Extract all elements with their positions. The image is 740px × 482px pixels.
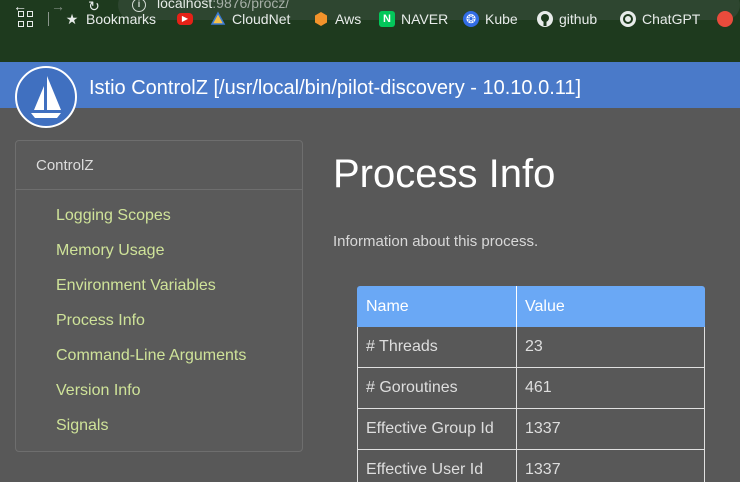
row-name-cell: # Goroutines	[366, 379, 458, 396]
bookmark-cloudnet[interactable]: CloudNet	[210, 9, 290, 29]
aws-icon	[313, 11, 329, 27]
row-value-cell: 461	[525, 379, 552, 396]
bookmarks-bar	[0, 24, 740, 62]
header-title: Istio ControlZ [/usr/local/bin/pilot-dis…	[89, 77, 582, 99]
bookmark-kube[interactable]: ❂ Kube	[463, 9, 518, 29]
table-row: # Threads 23	[357, 327, 705, 368]
star-icon: ★	[65, 11, 79, 27]
sidebar-item-signals[interactable]: Signals	[56, 417, 108, 435]
page-description: Information about this process.	[333, 233, 539, 250]
cell-divider	[516, 450, 517, 482]
page-title: Process Info	[333, 152, 556, 196]
row-value-cell: 1337	[525, 461, 561, 478]
apps-grid-icon[interactable]	[18, 11, 34, 27]
row-name-cell: # Threads	[366, 338, 438, 355]
red-app-icon	[717, 11, 733, 27]
naver-icon: N	[379, 11, 395, 27]
github-icon	[537, 11, 553, 27]
sidebar: ControlZ Logging Scopes Memory Usage Env…	[15, 140, 303, 452]
row-name-cell: Effective User Id	[366, 461, 484, 478]
row-name-cell: Effective Group Id	[366, 420, 494, 437]
cell-divider	[516, 409, 517, 449]
sidebar-item-memory-usage[interactable]: Memory Usage	[56, 242, 164, 260]
sidebar-item-command-line-arguments[interactable]: Command-Line Arguments	[56, 347, 246, 365]
sidebar-item-version-info[interactable]: Version Info	[56, 382, 141, 400]
row-value-cell: 23	[525, 338, 543, 355]
bookmark-github[interactable]: github	[537, 9, 597, 29]
cloudnet-icon	[210, 11, 226, 27]
bookmark-extra[interactable]	[717, 9, 733, 29]
column-header-name: Name	[366, 298, 409, 315]
bookmark-bookmarks[interactable]: ★ Bookmarks	[64, 9, 156, 29]
column-header-value: Value	[525, 298, 565, 315]
sidebar-item-process-info[interactable]: Process Info	[56, 312, 145, 330]
istio-logo-icon	[15, 66, 77, 128]
sidebar-item-logging-scopes[interactable]: Logging Scopes	[56, 207, 171, 225]
kubernetes-icon: ❂	[463, 11, 479, 27]
sidebar-item-environment-variables[interactable]: Environment Variables	[56, 277, 216, 295]
bookmark-naver[interactable]: N NAVER	[379, 9, 448, 29]
bookmarks-divider	[48, 12, 49, 26]
table-row: Effective User Id 1337	[357, 450, 705, 482]
cell-divider	[516, 327, 517, 367]
table-row: # Goroutines 461	[357, 368, 705, 409]
header-divider	[516, 286, 517, 327]
bookmark-aws[interactable]: Aws	[313, 9, 361, 29]
chatgpt-icon	[620, 11, 636, 27]
sidebar-heading: ControlZ	[16, 141, 302, 190]
row-value-cell: 1337	[525, 420, 561, 437]
bookmark-chatgpt[interactable]: ChatGPT	[620, 9, 700, 29]
table-row: Effective Group Id 1337	[357, 409, 705, 450]
youtube-icon: ▶	[177, 13, 193, 25]
table-header: Name Value	[357, 286, 705, 327]
cell-divider	[516, 368, 517, 408]
bookmark-youtube[interactable]: ▶	[177, 9, 193, 29]
